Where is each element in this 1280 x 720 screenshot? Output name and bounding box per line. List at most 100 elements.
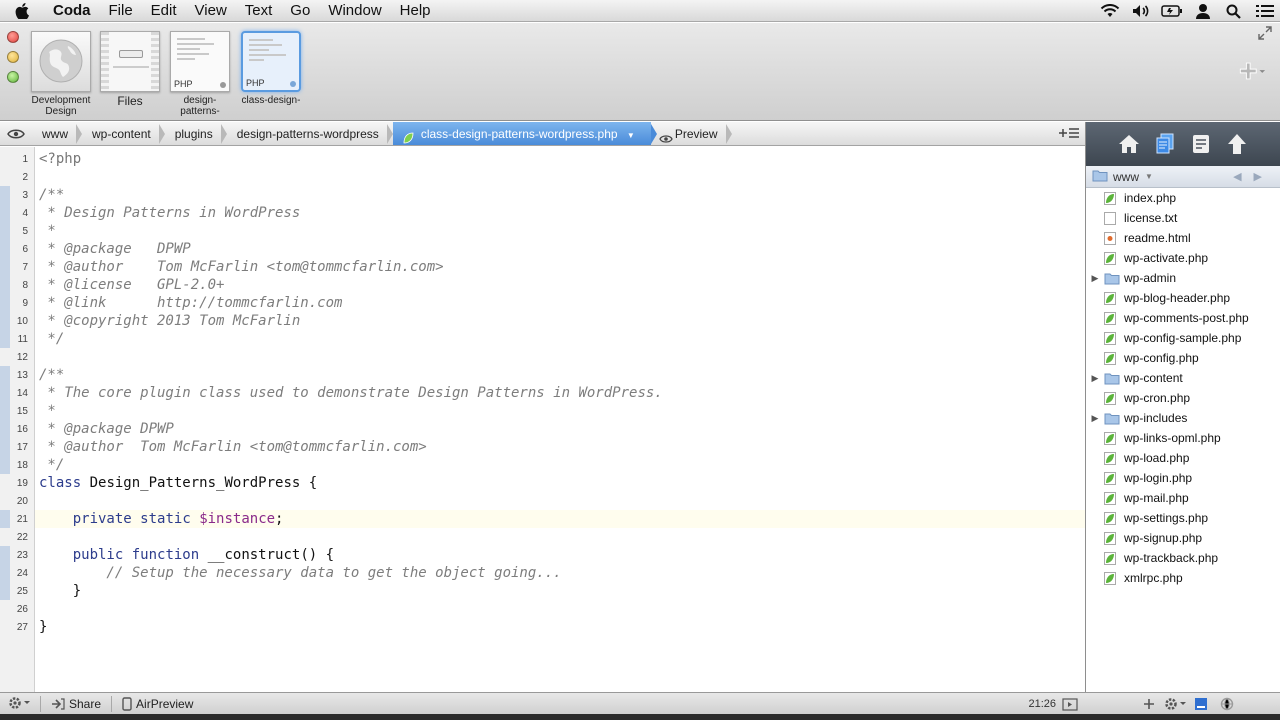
disclosure-triangle-icon[interactable]: ▶ bbox=[1086, 373, 1104, 384]
code-line: * @link http://tommcfarlin.com bbox=[39, 295, 343, 311]
file-name: wp-content bbox=[1124, 371, 1183, 385]
php-file-icon bbox=[1104, 571, 1116, 585]
file-item[interactable]: wp-signup.php bbox=[1086, 528, 1280, 548]
menu-help[interactable]: Help bbox=[391, 0, 440, 22]
menu-file[interactable]: File bbox=[100, 0, 142, 22]
file-item[interactable]: wp-trackback.php bbox=[1086, 548, 1280, 568]
file-item[interactable]: wp-cron.php bbox=[1086, 388, 1280, 408]
app-menu[interactable]: Coda bbox=[44, 0, 100, 22]
zoom-window-button[interactable] bbox=[7, 71, 19, 83]
file-item[interactable]: wp-login.php bbox=[1086, 468, 1280, 488]
gear-icon[interactable] bbox=[8, 696, 30, 713]
apple-menu-icon[interactable] bbox=[0, 2, 44, 19]
folder-item[interactable]: ▶ wp-includes bbox=[1086, 408, 1280, 428]
file-item[interactable]: index.php bbox=[1086, 188, 1280, 208]
breadcrumb-wp-content[interactable]: wp-content bbox=[82, 122, 165, 145]
folder-item[interactable]: ▶ wp-content bbox=[1086, 368, 1280, 388]
code-line: * @package DPWP bbox=[39, 241, 191, 257]
document-outline-icon[interactable] bbox=[1188, 131, 1214, 157]
wifi-icon[interactable] bbox=[1094, 4, 1125, 18]
chevron-down-icon: ▼ bbox=[626, 131, 635, 140]
line-number: 26 bbox=[16, 604, 28, 615]
code-area[interactable]: <?php/** * Design Patterns in WordPress … bbox=[35, 150, 1085, 636]
chevron-down-icon[interactable]: ▼ bbox=[1145, 172, 1153, 181]
fold-marker[interactable] bbox=[0, 366, 10, 474]
line-number: 13 bbox=[16, 370, 28, 381]
back-forward-arrows-icon[interactable]: ◀▶ bbox=[1233, 170, 1274, 183]
file-item[interactable]: wp-config-sample.php bbox=[1086, 328, 1280, 348]
line-number: 3 bbox=[22, 190, 28, 201]
menu-view[interactable]: View bbox=[186, 0, 236, 22]
file-item[interactable]: wp-activate.php bbox=[1086, 248, 1280, 268]
close-tab-icon[interactable] bbox=[290, 81, 296, 87]
spotlight-search-icon[interactable] bbox=[1218, 4, 1249, 19]
add-split-menu-icon[interactable] bbox=[1059, 127, 1079, 142]
file-type-tag: PHP bbox=[246, 78, 265, 88]
code-line: * @package DPWP bbox=[39, 421, 174, 437]
battery-icon[interactable] bbox=[1156, 5, 1187, 17]
disclosure-triangle-icon[interactable]: ▶ bbox=[1086, 273, 1104, 284]
line-number: 15 bbox=[16, 406, 28, 417]
remote-files-icon[interactable] bbox=[1214, 697, 1240, 711]
breadcrumb-active-file[interactable]: class-design-patterns-wordpress.php ▼ bbox=[392, 122, 657, 145]
php-file-icon bbox=[1104, 451, 1116, 465]
menu-go[interactable]: Go bbox=[281, 0, 319, 22]
file-item[interactable]: license.txt bbox=[1086, 208, 1280, 228]
local-files-icon[interactable] bbox=[1188, 697, 1214, 711]
share-button[interactable]: Share bbox=[51, 697, 101, 711]
file-item[interactable]: wp-comments-post.php bbox=[1086, 308, 1280, 328]
run-preview-icon[interactable] bbox=[1057, 697, 1083, 711]
eye-icon[interactable] bbox=[0, 122, 32, 145]
menu-edit[interactable]: Edit bbox=[142, 0, 186, 22]
php-file-icon bbox=[1104, 351, 1116, 365]
preview-button[interactable]: Preview bbox=[651, 122, 732, 145]
add-tab-button[interactable] bbox=[1238, 57, 1266, 85]
menu-window[interactable]: Window bbox=[319, 0, 390, 22]
sidebar-root-folder[interactable]: www ▼ ◀▶ bbox=[1086, 166, 1280, 188]
file-item[interactable]: xmlrpc.php bbox=[1086, 568, 1280, 588]
site-development-design[interactable]: Development Design bbox=[30, 31, 92, 117]
code-editor[interactable]: 1 2 3 4 5 6 7 8 9 10 11 12 13 14 15 16 17 18 19 20 21 22 23 24 2… bbox=[0, 147, 1085, 692]
code-line: class Design_Patterns_WordPress { bbox=[39, 475, 318, 491]
file-tab-design-patterns[interactable]: PHP design-patterns- bbox=[169, 31, 231, 117]
airpreview-button[interactable]: AirPreview bbox=[122, 697, 193, 711]
file-item[interactable]: wp-links-opml.php bbox=[1086, 428, 1280, 448]
code-line: // Setup the necessary data to get the o… bbox=[39, 565, 562, 581]
user-icon[interactable] bbox=[1187, 3, 1218, 19]
close-tab-icon[interactable] bbox=[220, 82, 226, 88]
home-icon[interactable] bbox=[1116, 131, 1142, 157]
publish-arrow-icon[interactable] bbox=[1224, 131, 1250, 157]
breadcrumb-www[interactable]: www bbox=[32, 122, 82, 145]
folder-item[interactable]: ▶ wp-admin bbox=[1086, 268, 1280, 288]
file-name: index.php bbox=[1124, 191, 1177, 205]
add-file-icon[interactable] bbox=[1136, 698, 1162, 710]
file-item[interactable]: wp-config.php bbox=[1086, 348, 1280, 368]
file-item[interactable]: readme.html bbox=[1086, 228, 1280, 248]
file-item[interactable]: wp-load.php bbox=[1086, 448, 1280, 468]
php-file-icon bbox=[1104, 551, 1116, 565]
file-tab-class-design[interactable]: PHP class-design- bbox=[240, 31, 302, 106]
file-item[interactable]: wp-blog-header.php bbox=[1086, 288, 1280, 308]
sidebar-gear-icon[interactable] bbox=[1162, 697, 1188, 711]
fold-marker[interactable] bbox=[0, 546, 10, 600]
minimize-window-button[interactable] bbox=[7, 51, 19, 63]
breadcrumb-design-patterns-wordpress[interactable]: design-patterns-wordpress bbox=[227, 122, 393, 145]
file-item[interactable]: wp-mail.php bbox=[1086, 488, 1280, 508]
volume-icon[interactable] bbox=[1125, 4, 1156, 18]
fold-marker[interactable] bbox=[0, 510, 10, 528]
site-files[interactable]: Files bbox=[99, 31, 161, 107]
share-label: Share bbox=[69, 697, 102, 711]
line-number: 22 bbox=[16, 532, 28, 543]
file-name: wp-links-opml.php bbox=[1124, 431, 1221, 445]
fullscreen-icon[interactable] bbox=[1258, 26, 1272, 43]
fold-marker[interactable] bbox=[0, 186, 10, 348]
notification-list-icon[interactable] bbox=[1249, 4, 1280, 18]
breadcrumb-plugins[interactable]: plugins bbox=[165, 122, 227, 145]
line-number-gutter: 1 2 3 4 5 6 7 8 9 10 11 12 13 14 15 16 17 18 19 20 21 22 23 24 2… bbox=[0, 147, 35, 692]
file-item[interactable]: wp-settings.php bbox=[1086, 508, 1280, 528]
files-icon[interactable] bbox=[1152, 131, 1178, 157]
menu-text[interactable]: Text bbox=[236, 0, 282, 22]
disclosure-triangle-icon[interactable]: ▶ bbox=[1086, 413, 1104, 424]
close-window-button[interactable] bbox=[7, 31, 19, 43]
